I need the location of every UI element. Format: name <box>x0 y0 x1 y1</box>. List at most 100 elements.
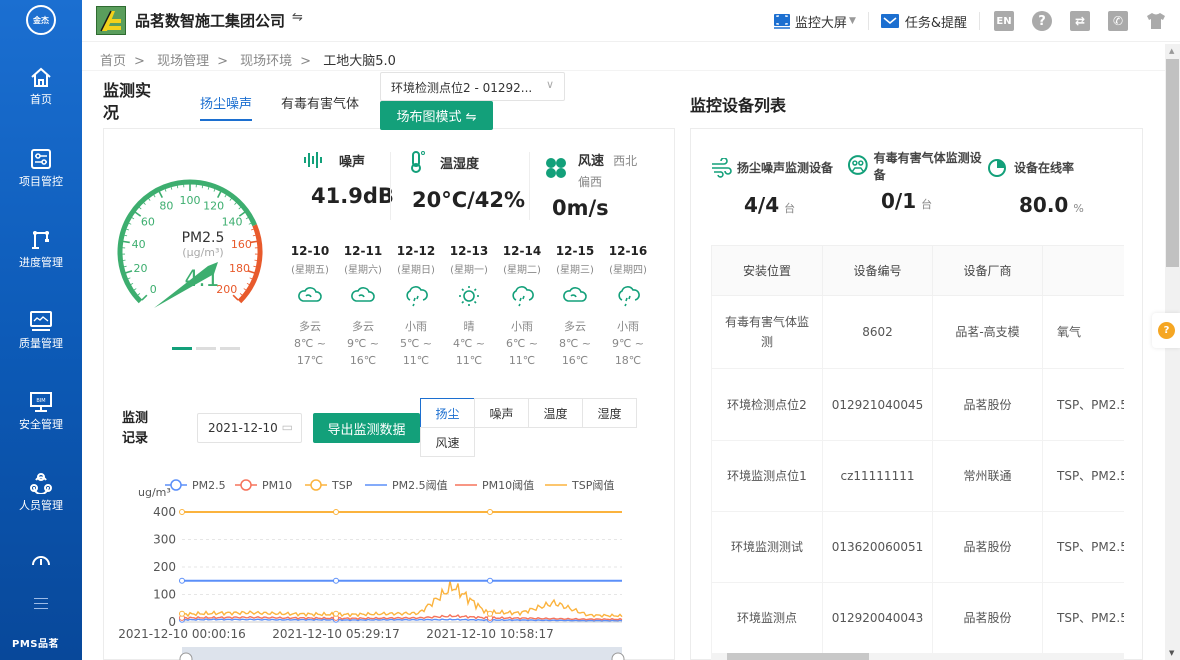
monitor-screen-label: 监控大屏 <box>794 15 847 31</box>
forecast-day: 12-10 (星期五) 多云 8℃ ~ 17℃ <box>284 244 336 369</box>
gauge-tick <box>141 294 148 301</box>
gauge-tick <box>248 222 252 225</box>
table-row[interactable]: 环境监测点 012920040043 品茗股份 TSP、PM2.5 <box>711 582 1124 654</box>
breadcrumb-item[interactable]: 现场环境 <box>240 54 292 69</box>
x-tick-label: 2021-12-10 05:29:17 <box>272 627 399 641</box>
forecast-low: 9℃ ~ <box>346 337 380 350</box>
table-header-row: 安装位置 设备编号 设备厂商 <box>711 245 1124 296</box>
breadcrumb-item[interactable]: 首页 <box>100 54 126 69</box>
carousel-indicator <box>172 335 244 354</box>
shirt-icon[interactable] <box>1146 11 1166 31</box>
forecast-desc: 小雨 <box>511 320 533 333</box>
gauge-tick-label: 0 <box>150 283 157 296</box>
segment-wind[interactable]: 风速 <box>420 427 475 457</box>
table-cell: 环境检测点位2 <box>711 368 823 441</box>
breadcrumb-item[interactable]: 现场管理 <box>157 54 209 69</box>
device-stat-unit: 台 <box>784 202 796 215</box>
table-row[interactable]: 有毒有害气体监测 8602 品茗-高支模 氧气 <box>711 295 1124 369</box>
avatar[interactable]: 金杰 <box>26 5 56 35</box>
series-point <box>487 509 493 515</box>
table-row[interactable]: 环境检测点位2 012921040045 品茗股份 TSP、PM2.5 <box>711 368 1124 441</box>
map-mode-button[interactable]: 场布图模式 ⇋ <box>380 101 493 130</box>
sidebar-item-home[interactable]: 首页 <box>0 66 82 107</box>
gauge-tick <box>213 188 216 192</box>
segment-temperature[interactable]: 温度 <box>528 398 583 428</box>
sidebar-item-project[interactable]: 项目管控 <box>0 148 82 189</box>
device-stat-value: 80.0 <box>1019 193 1069 217</box>
mail-icon <box>880 14 899 28</box>
forecast-day: 12-12 (星期日) 小雨 5℃ ~ 11℃ <box>390 244 442 369</box>
series-point <box>333 577 339 584</box>
carousel-dot[interactable] <box>196 347 216 350</box>
y-tick-label: 100 <box>153 588 176 602</box>
table-row[interactable]: 环境监测点位1 cz11111111 常州联通 TSP、PM2.5 <box>711 440 1124 512</box>
phone-icon[interactable]: ✆ <box>1108 11 1128 31</box>
scrollbar-thumb[interactable] <box>1166 59 1179 267</box>
menu-toggle-icon[interactable] <box>34 598 48 613</box>
zoom-slider <box>182 647 622 660</box>
gauge-tick-label: 60 <box>141 215 155 228</box>
gauge-tick-label: 20 <box>134 262 148 275</box>
fullscreen-icon <box>773 14 790 29</box>
scrollbar-thumb[interactable] <box>727 653 869 660</box>
gauge-tick-label: 40 <box>132 238 146 251</box>
device-stat-dust: 扬尘噪声监测设备 4/4 台 <box>710 150 845 217</box>
tab-dust-noise[interactable]: 扬尘噪声 <box>200 93 252 112</box>
sidebar-item-safety[interactable]: BIM 安全管理 <box>0 391 82 432</box>
pm25-gauge: 020406080 100 120140160180200PM2.5(μg/m³)4… <box>117 179 263 308</box>
help-float-button[interactable]: ? <box>1152 313 1180 348</box>
sidebar-item-more[interactable] <box>0 553 82 570</box>
switch-company-icon[interactable]: ⇋ <box>292 10 303 25</box>
segment-noise[interactable]: 噪声 <box>474 398 529 428</box>
breadcrumb-current: 工地大脑5.0 <box>323 54 396 69</box>
carousel-dot[interactable] <box>172 347 192 350</box>
forecast-desc: 小雨 <box>617 320 639 333</box>
gauge-tick <box>130 282 134 286</box>
gauge-tick <box>131 217 135 220</box>
legend-label: PM2.5阈值 <box>392 478 448 492</box>
record-title: 监测记录 <box>122 411 149 446</box>
monitor-screen-dropdown[interactable]: 监控大屏 ▼ <box>761 12 868 31</box>
segment-humidity[interactable]: 湿度 <box>582 398 637 428</box>
forecast-desc: 多云 <box>352 320 374 333</box>
scroll-up-icon[interactable]: ▲ <box>1169 47 1174 55</box>
sidebar-item-personnel[interactable]: 人员管理 <box>0 472 82 513</box>
series-point <box>333 610 339 617</box>
scroll-down-icon[interactable]: ▼ <box>1169 649 1174 657</box>
table-horizontal-scrollbar[interactable] <box>711 653 1124 660</box>
series-point <box>179 610 185 617</box>
export-data-button[interactable]: 导出监测数据 <box>313 413 420 443</box>
forecast-weekday: (星期五) <box>291 265 329 276</box>
segment-dust[interactable]: 扬尘 <box>420 398 475 428</box>
calendar-icon: ▭ <box>281 420 293 434</box>
tasks-label: 任务&提醒 <box>904 15 967 31</box>
date-picker[interactable]: 2021-12-10 ▭ <box>197 413 302 443</box>
gauge-unit: (μg/m³) <box>182 246 223 259</box>
help-icon[interactable]: ? <box>1032 11 1052 31</box>
crane-icon <box>32 231 49 249</box>
table-cell: 012920040043 <box>822 582 933 654</box>
gauge-tick <box>158 191 164 199</box>
language-icon[interactable]: EN <box>994 11 1014 31</box>
page-vertical-scrollbar[interactable]: ▲ ▼ <box>1165 44 1180 660</box>
gauge-tick <box>232 294 239 301</box>
forecast-desc: 小雨 <box>405 320 427 333</box>
series-point <box>487 577 493 584</box>
forecast-day: 12-16 (星期四) 小雨 9℃ ~ 18℃ <box>602 244 654 369</box>
tab-toxic-gas[interactable]: 有毒有害气体 <box>281 93 359 112</box>
location-select[interactable]: 环境检测点位2 - 01292... ∨ <box>380 72 565 101</box>
forecast-desc: 多云 <box>564 320 586 333</box>
gauge-tick <box>133 288 137 291</box>
gauge-tick <box>239 293 243 296</box>
forecast-weekday: (星期四) <box>609 265 647 276</box>
gauge-tick-label: 140 <box>222 215 243 228</box>
y-tick-label: 400 <box>153 505 176 519</box>
sidebar-item-quality[interactable]: 质量管理 <box>0 310 82 351</box>
sidebar-item-progress[interactable]: 进度管理 <box>0 229 82 270</box>
table-row[interactable]: 环境监测测试 013620060051 品茗股份 TSP、PM2.5 <box>711 511 1124 583</box>
tasks-button[interactable]: 任务&提醒 <box>869 12 979 31</box>
fan-icon <box>546 158 566 178</box>
carousel-dot[interactable] <box>220 347 240 350</box>
refresh-icon[interactable]: ⇄ <box>1070 11 1090 31</box>
table-cell: TSP、PM2.5 <box>1042 440 1124 512</box>
